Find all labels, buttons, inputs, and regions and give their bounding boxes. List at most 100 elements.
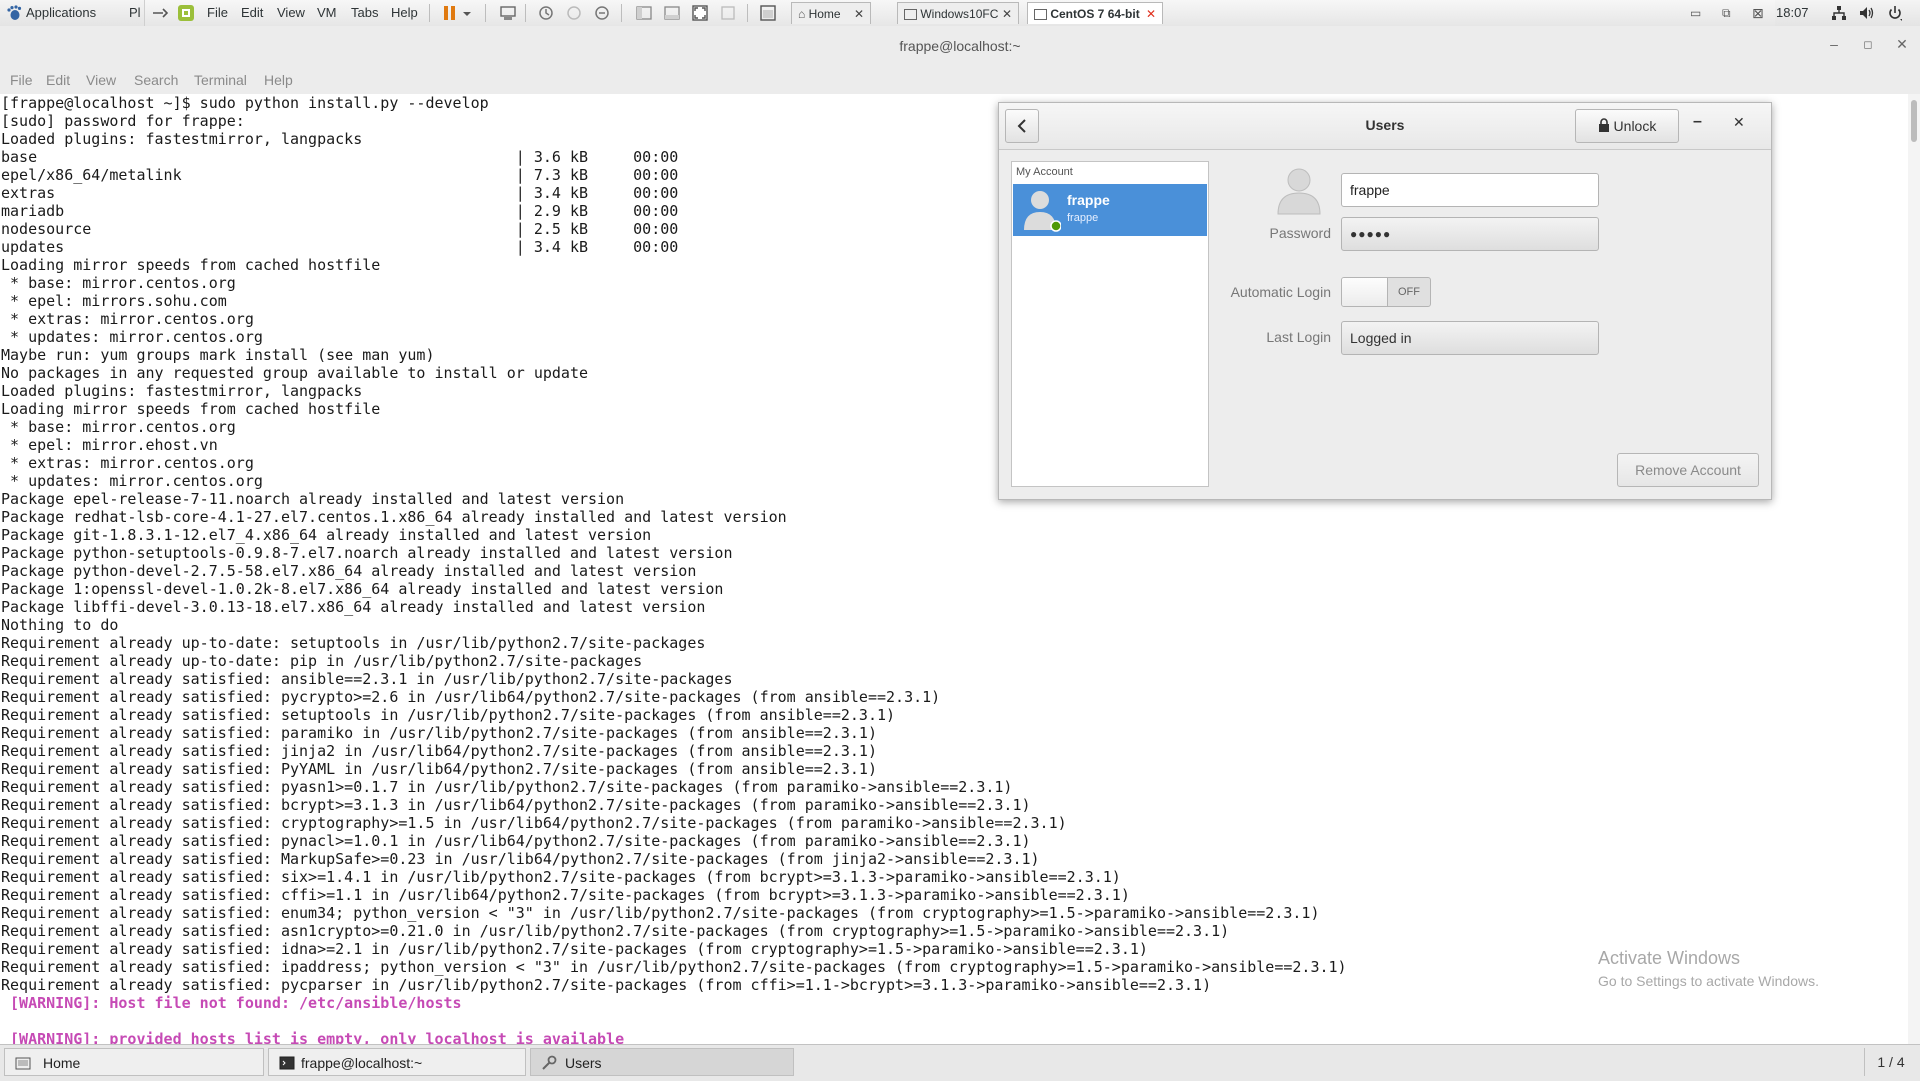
dialog-close-icon[interactable]: ✕ bbox=[1733, 114, 1745, 131]
automatic-login-label: Automatic Login bbox=[1230, 284, 1331, 300]
full-screen-icon[interactable] bbox=[691, 4, 709, 22]
applications-menu[interactable]: Applications bbox=[26, 0, 96, 26]
scrollbar-thumb[interactable] bbox=[1911, 100, 1917, 142]
console-view-icon[interactable] bbox=[759, 4, 777, 22]
terminal-line: Package python-setuptools-0.9.8-7.el7.no… bbox=[1, 544, 733, 562]
show-library-icon[interactable] bbox=[635, 4, 653, 22]
terminal-line: Nothing to do bbox=[1, 616, 119, 634]
terminal-line: Requirement already satisfied: MarkupSaf… bbox=[1, 850, 1040, 868]
terminal-line: Requirement already satisfied: bcrypt>=3… bbox=[1, 796, 1031, 814]
full-name-field[interactable]: frappe bbox=[1341, 173, 1599, 207]
minimize-icon[interactable]: – bbox=[1824, 36, 1844, 52]
vmware-menu-edit[interactable]: Edit bbox=[241, 0, 263, 26]
pause-dropdown-icon[interactable] bbox=[461, 4, 473, 22]
terminal-line: Requirement already satisfied: enum34; p… bbox=[1, 904, 1320, 922]
terminal-warning-line: [WARNING]: provided hosts list is empty,… bbox=[1, 1030, 625, 1044]
terminal-line: Requirement already satisfied: ipaddress… bbox=[1, 958, 1347, 976]
last-login-label: Last Login bbox=[1266, 329, 1331, 345]
terminal-line: Requirement already satisfied: pycrypto>… bbox=[1, 688, 941, 706]
switch-state: OFF bbox=[1398, 286, 1420, 298]
password-button[interactable]: ●●●●● bbox=[1341, 217, 1599, 251]
vmware-close-icon[interactable]: ⊠ bbox=[1752, 0, 1764, 26]
vmware-restore-icon[interactable]: ⧉ bbox=[1722, 0, 1731, 26]
taskbar-label: frappe@localhost:~ bbox=[301, 1055, 423, 1071]
tab-home[interactable]: ⌂ Home ✕ bbox=[791, 2, 871, 24]
network-icon[interactable] bbox=[1830, 4, 1848, 22]
show-thumbnails-icon[interactable] bbox=[663, 4, 681, 22]
remove-account-button[interactable]: Remove Account bbox=[1617, 453, 1759, 487]
menu-help[interactable]: Help bbox=[264, 72, 293, 88]
terminal-line: Requirement already satisfied: jinja2 in… bbox=[1, 742, 877, 760]
close-tab-icon[interactable]: ✕ bbox=[1002, 3, 1012, 25]
terminal-line: Requirement already satisfied: setuptool… bbox=[1, 706, 896, 724]
tab-centos[interactable]: CentOS 7 64-bit ✕ bbox=[1027, 2, 1163, 24]
watermark-subtitle: Go to Settings to activate Windows. bbox=[1598, 973, 1819, 989]
terminal-line: Requirement already satisfied: cryptogra… bbox=[1, 814, 1067, 832]
pin-icon[interactable] bbox=[151, 4, 169, 22]
terminal-line: Package libffi-devel-3.0.13-18.el7.x86_6… bbox=[1, 598, 706, 616]
account-username: frappe bbox=[1067, 212, 1099, 224]
tab-windows10fc[interactable]: Windows10FC ✕ bbox=[897, 2, 1019, 24]
terminal-icon bbox=[279, 1056, 295, 1070]
terminal-line: Requirement already satisfied: pycparser… bbox=[1, 976, 1212, 994]
menu-file[interactable]: File bbox=[10, 72, 33, 88]
snapshot-icon[interactable] bbox=[537, 4, 555, 22]
taskbar-item-users[interactable]: Users bbox=[530, 1048, 794, 1076]
terminal-line: Requirement already up-to-date: setuptoo… bbox=[1, 634, 706, 652]
user-photo-icon[interactable] bbox=[1275, 165, 1323, 215]
automatic-login-switch[interactable]: OFF bbox=[1341, 277, 1431, 307]
top-bar: Applications Pl File Edit View VM Tabs H… bbox=[0, 0, 1920, 27]
terminal-line: Requirement already satisfied: asn1crypt… bbox=[1, 922, 1230, 940]
workspace-indicator[interactable]: 1 / 4 bbox=[1864, 1048, 1917, 1076]
vmware-menu-view[interactable]: View bbox=[277, 0, 305, 26]
terminal-line: Package python-devel-2.7.5-58.el7.x86_64… bbox=[1, 562, 697, 580]
revert-snapshot-icon[interactable] bbox=[565, 4, 583, 22]
terminal-line: Requirement already satisfied: PyYAML in… bbox=[1, 760, 877, 778]
vmware-minimize-icon[interactable]: ▭ bbox=[1690, 0, 1701, 26]
menu-view[interactable]: View bbox=[86, 72, 116, 88]
clock[interactable]: 18:07 bbox=[1776, 0, 1809, 26]
menu-terminal[interactable]: Terminal bbox=[194, 72, 247, 88]
send-ctrl-alt-del-icon[interactable] bbox=[499, 4, 517, 22]
places-menu[interactable]: Pl bbox=[129, 0, 141, 26]
close-tab-icon[interactable]: ✕ bbox=[854, 3, 864, 25]
user-avatar-icon bbox=[1024, 191, 1061, 232]
terminal-line: Package git-1.8.3.1-12.el7_4.x86_64 alre… bbox=[1, 526, 652, 544]
close-tab-icon[interactable]: ✕ bbox=[1146, 3, 1156, 25]
terminal-line: Requirement already satisfied: paramiko … bbox=[1, 724, 877, 742]
vmware-menu-file[interactable]: File bbox=[207, 0, 228, 26]
pause-icon[interactable] bbox=[441, 4, 459, 22]
online-status-icon bbox=[1050, 220, 1061, 232]
unlock-button[interactable]: Unlock bbox=[1575, 109, 1679, 143]
vmware-menu-tabs[interactable]: Tabs bbox=[351, 0, 378, 26]
vmware-toolbar: File Edit View VM Tabs Help ⌂ Home ✕ Win… bbox=[144, 0, 1775, 26]
terminal-scrollbar[interactable] bbox=[1908, 94, 1920, 1044]
account-list-item[interactable]: frappe frappe bbox=[1013, 184, 1207, 236]
terminal-line: Requirement already up-to-date: pip in /… bbox=[1, 652, 643, 670]
menu-edit[interactable]: Edit bbox=[46, 72, 70, 88]
terminal-line: Package redhat-lsb-core-4.1-27.el7.cento… bbox=[1, 508, 787, 526]
volume-icon[interactable] bbox=[1858, 4, 1876, 22]
last-login-button[interactable]: Logged in bbox=[1341, 321, 1599, 355]
unity-icon[interactable] bbox=[719, 4, 737, 22]
power-icon[interactable] bbox=[1886, 4, 1904, 22]
menu-search[interactable]: Search bbox=[134, 72, 178, 88]
switch-knob bbox=[1342, 278, 1388, 306]
account-list: My Account frappe frappe bbox=[1011, 161, 1209, 487]
window-title: frappe@localhost:~ bbox=[899, 38, 1021, 54]
taskbar-item-home[interactable]: Home bbox=[4, 1048, 264, 1076]
taskbar-item-terminal[interactable]: frappe@localhost:~ bbox=[268, 1048, 526, 1076]
vmware-menu-help[interactable]: Help bbox=[391, 0, 418, 26]
watermark-title: Activate Windows bbox=[1598, 948, 1741, 968]
taskbar-label: Users bbox=[565, 1055, 602, 1071]
close-icon[interactable]: ✕ bbox=[1892, 36, 1912, 53]
snapshot-manager-icon[interactable] bbox=[593, 4, 611, 22]
maximize-icon[interactable]: ◻ bbox=[1858, 38, 1878, 51]
vm-icon bbox=[904, 9, 917, 21]
dialog-minimize-icon[interactable]: – bbox=[1693, 113, 1702, 131]
terminal-menubar: File Edit View Search Terminal Help bbox=[0, 68, 1920, 95]
terminal-line: Requirement already satisfied: ansible==… bbox=[1, 670, 733, 688]
users-settings-icon bbox=[542, 1055, 557, 1070]
vmware-menu-vm[interactable]: VM bbox=[317, 0, 337, 26]
